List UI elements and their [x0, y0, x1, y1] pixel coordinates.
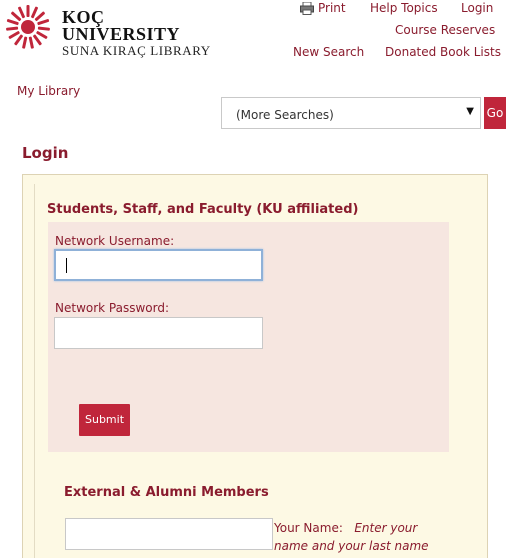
go-button[interactable]: Go — [484, 97, 506, 129]
login-link[interactable]: Login — [461, 1, 493, 15]
username-label: Network Username: — [55, 234, 175, 248]
logo-text-university: UNIVERSITY — [62, 24, 181, 44]
koc-university-logo — [5, 5, 51, 49]
password-label: Network Password: — [55, 301, 170, 315]
ku-section-title: Students, Staff, and Faculty (KU affilia… — [47, 202, 359, 217]
print-link[interactable]: Print — [318, 1, 346, 15]
password-input[interactable] — [54, 317, 263, 349]
course-reserves-link[interactable]: Course Reserves — [395, 23, 495, 37]
your-name-input[interactable] — [65, 518, 273, 550]
select-value: (More Searches) — [236, 108, 334, 122]
dropdown-arrow-icon: ▼ — [466, 106, 474, 117]
your-name-label-group: Your Name: Enter your name and your last… — [274, 519, 454, 555]
logo-text-library: SUNA KIRAÇ LIBRARY — [62, 43, 211, 58]
external-section-title: External & Alumni Members — [64, 485, 269, 500]
page-title: Login — [22, 144, 69, 162]
submit-button[interactable]: Submit — [79, 404, 130, 436]
printer-icon[interactable] — [300, 2, 314, 15]
my-library-link[interactable]: My Library — [17, 84, 80, 98]
donated-book-lists-link[interactable]: Donated Book Lists — [385, 45, 501, 59]
help-topics-link[interactable]: Help Topics — [370, 1, 438, 15]
username-input[interactable] — [54, 249, 263, 281]
new-search-link[interactable]: New Search — [293, 45, 364, 59]
more-searches-select[interactable]: (More Searches) ▼ — [221, 97, 481, 129]
your-name-label: Your Name: — [274, 521, 343, 535]
text-caret — [66, 258, 67, 273]
panel-divider — [34, 184, 35, 558]
